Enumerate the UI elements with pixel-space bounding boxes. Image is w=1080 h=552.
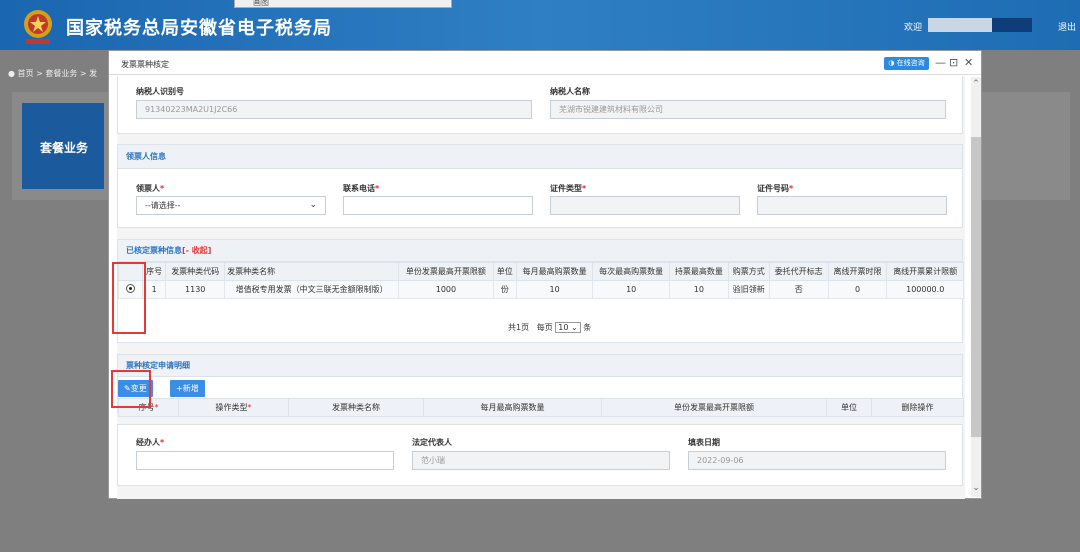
- col-header: 每月最高购票数量: [515, 262, 594, 281]
- taxpayer-name-label: 纳税人名称: [550, 87, 590, 96]
- cell: 增值税专用发票（中文三联无金额限制版）: [224, 280, 400, 299]
- phone-field[interactable]: [343, 196, 533, 215]
- agent-field[interactable]: [136, 451, 394, 470]
- headset-icon: ◑: [888, 59, 895, 67]
- col-header: 委托代开标志: [768, 262, 829, 281]
- location-icon: ●: [8, 69, 15, 78]
- site-title: 国家税务总局安徽省电子税务局: [66, 18, 332, 39]
- scroll-down-icon[interactable]: ⌄: [971, 483, 981, 493]
- close-icon[interactable]: ✕: [964, 56, 973, 69]
- cert-no-field: [757, 196, 947, 215]
- taxpayer-id-field: 91340223MA2U1J2C66: [136, 100, 532, 119]
- plus-icon: +: [176, 384, 183, 393]
- detail-table: 序号* 操作类型* 发票种类名称 每月最高购票数量 单份发票最高开票限额 单位 …: [118, 398, 964, 417]
- package-business-tile[interactable]: 套餐业务: [22, 103, 104, 189]
- col-header: 单位: [492, 262, 517, 281]
- chevron-down-icon: ⌄: [571, 323, 578, 332]
- cell: 10: [668, 280, 729, 299]
- col-header: 每月最高购票数量: [423, 398, 602, 417]
- table-row[interactable]: 1 1130 增值税专用发票（中文三联无金额限制版） 1000 份 10 10 …: [118, 280, 964, 299]
- col-header: 离线开票时限: [827, 262, 888, 281]
- agent-section: 经办人* 法定代表人 范小瑞 填表日期 2022-09-06: [117, 424, 963, 486]
- breadcrumb: ● 首页 > 套餐业务 > 发: [8, 69, 98, 78]
- receiver-section: 领票人信息 领票人* --请选择-- ⌄ 联系电话* 证件类型* 证件号码*: [117, 144, 963, 228]
- col-header: 发票种类名称: [288, 398, 424, 417]
- cell: 10: [515, 280, 594, 299]
- col-header: 购票方式: [727, 262, 770, 281]
- cell: 份: [492, 280, 517, 299]
- tax-emblem-icon: [24, 10, 52, 44]
- paint-app-popup: 画图: [234, 0, 452, 8]
- dialog-header: 发票票种核定 ◑ 在线咨询 — ⊡ ✕: [109, 51, 981, 75]
- date-field: 2022-09-06: [688, 451, 946, 470]
- cell: 1130: [165, 280, 226, 299]
- legal-rep-field: 范小瑞: [412, 451, 670, 470]
- col-header: 单份发票最高开票限额: [601, 398, 827, 417]
- date-label: 填表日期: [688, 438, 720, 447]
- approved-types-section: 已核定票种信息[- 收起] 序号 发票种类代码 发票种类名称 单份发票最高开票限…: [117, 239, 964, 343]
- col-header: 删除操作: [871, 398, 964, 417]
- cell: 10: [592, 280, 670, 299]
- phone-label: 联系电话*: [343, 184, 380, 193]
- dialog-scrollbar[interactable]: ⌃ ⌄: [971, 77, 981, 497]
- receiver-label: 领票人*: [136, 184, 165, 193]
- logout-link[interactable]: 退出: [1058, 20, 1076, 33]
- welcome-text: 欢迎: [904, 23, 923, 33]
- minimize-icon[interactable]: —: [935, 56, 946, 69]
- cell: 0: [827, 280, 888, 299]
- detail-section-title: 票种核定申请明细: [118, 355, 962, 377]
- col-header: 发票种类代码: [165, 262, 226, 281]
- cert-type-label: 证件类型*: [550, 184, 587, 193]
- col-header: 单份发票最高开票限额: [398, 262, 494, 281]
- highlight-change-button-box: [111, 370, 151, 408]
- col-header: 每次最高购票数量: [592, 262, 670, 281]
- approved-types-table: 序号 发票种类代码 发票种类名称 单份发票最高开票限额 单位 每月最高购票数量 …: [118, 262, 964, 299]
- taxpayer-section: 纳税人识别号 91340223MA2U1J2C66 纳税人名称 芜湖市锐建建筑材…: [117, 76, 963, 134]
- dialog-title: 发票票种核定: [121, 60, 169, 69]
- collapse-link[interactable]: [- 收起]: [182, 246, 211, 255]
- cell: 否: [768, 280, 829, 299]
- scroll-thumb[interactable]: [971, 137, 981, 437]
- col-header: 操作类型*: [178, 398, 289, 417]
- approved-section-title: 已核定票种信息[- 收起]: [118, 240, 962, 262]
- cell: 1000: [398, 280, 494, 299]
- col-header: 持票最高数量: [668, 262, 729, 281]
- col-header: 离线开票累计限额: [886, 262, 964, 281]
- pagination: 共1页 每页 10 ⌄ 条: [508, 322, 592, 333]
- taxpayer-name-field: 芜湖市锐建建筑材料有限公司: [550, 100, 946, 119]
- add-button[interactable]: +新增: [170, 380, 205, 397]
- highlight-radio-box: [112, 262, 146, 334]
- receiver-select[interactable]: --请选择-- ⌄: [136, 196, 326, 215]
- user-name-redacted: [928, 18, 1032, 32]
- cert-type-field: [550, 196, 740, 215]
- online-consult-button[interactable]: ◑ 在线咨询: [884, 57, 929, 70]
- col-header: 单位: [826, 398, 872, 417]
- legal-rep-label: 法定代表人: [412, 438, 452, 447]
- taxpayer-id-label: 纳税人识别号: [136, 87, 184, 96]
- detail-section: 票种核定申请明细 ✎变更 +新增 序号* 操作类型* 发票种类名称 每月最高购票…: [117, 354, 964, 417]
- cell: 验旧领新: [727, 280, 770, 299]
- page-size-select[interactable]: 10 ⌄: [555, 322, 581, 333]
- cert-no-label: 证件号码*: [757, 184, 794, 193]
- maximize-icon[interactable]: ⊡: [949, 56, 958, 69]
- invoice-type-dialog: 发票票种核定 ◑ 在线咨询 — ⊡ ✕ 纳税人识别号 91340223MA2U1…: [108, 50, 982, 499]
- receiver-section-title: 领票人信息: [118, 145, 962, 169]
- dialog-body: 纳税人识别号 91340223MA2U1J2C66 纳税人名称 芜湖市锐建建筑材…: [117, 76, 965, 499]
- scroll-up-icon[interactable]: ⌃: [971, 79, 981, 89]
- agent-label: 经办人*: [136, 438, 165, 447]
- top-header: 国家税务总局安徽省电子税务局 欢迎 退出: [0, 0, 1080, 50]
- cell: 100000.0: [886, 280, 964, 299]
- chevron-down-icon: ⌄: [309, 200, 317, 210]
- col-header: 发票种类名称: [224, 262, 400, 281]
